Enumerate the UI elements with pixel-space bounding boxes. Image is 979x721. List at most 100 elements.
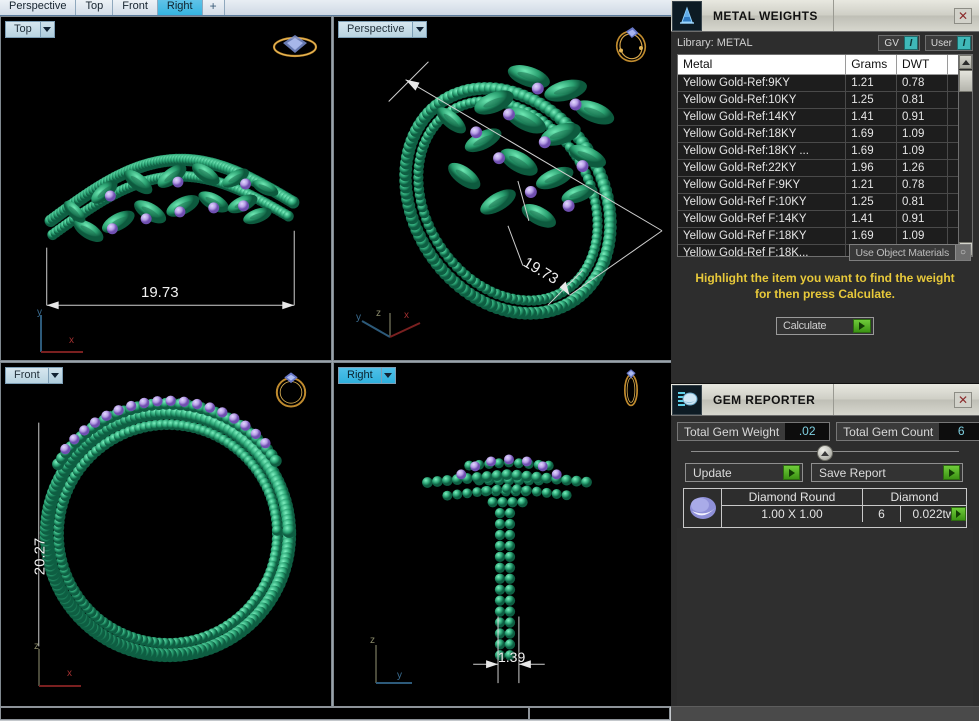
dimension-label-width: 19.73	[141, 284, 179, 301]
tab-top[interactable]: Top	[76, 0, 113, 15]
cell-metal-grams: 1.25	[846, 193, 897, 210]
table-row[interactable]: Yellow Gold-Ref F:10KY1.250.81	[678, 193, 972, 210]
column-header-metal[interactable]: Metal	[678, 55, 846, 74]
scrollbar-thumb[interactable]	[959, 70, 973, 92]
chevron-down-icon[interactable]	[40, 22, 54, 37]
table-row[interactable]: Yellow Gold-Ref:9KY1.210.78	[678, 74, 972, 91]
hint-line-2: for then press Calculate.	[683, 286, 967, 302]
axis-label-z: z	[34, 641, 39, 652]
library-row: Library: METAL GV I User I	[671, 32, 979, 54]
panel-collapse-divider	[691, 445, 959, 459]
use-object-materials-button[interactable]: Use Object Materials ○	[849, 244, 971, 261]
cell-metal-grams: 1.21	[846, 176, 897, 193]
add-tab-button[interactable]: +	[203, 0, 225, 15]
cell-metal-dwt: 0.81	[896, 91, 947, 108]
calculate-button[interactable]: Calculate	[776, 317, 874, 335]
gem-cell-count: 6	[863, 506, 901, 522]
column-header-dwt[interactable]: DWT	[896, 55, 947, 74]
calculate-button-label: Calculate	[777, 320, 826, 332]
chevron-down-icon[interactable]	[48, 368, 62, 383]
update-button[interactable]: Update	[685, 463, 803, 482]
toggle-user[interactable]: User I	[925, 35, 973, 51]
table-row[interactable]: Yellow Gold-Ref:14KY1.410.91	[678, 108, 972, 125]
viewport-perspective[interactable]: 19.73 y z x Perspective	[333, 16, 672, 361]
gem-table-row[interactable]: 1.00 X 1.00 6 0.022tw	[722, 506, 966, 522]
gem-row-go-icon[interactable]	[951, 507, 966, 521]
table-row[interactable]: Yellow Gold-Ref:18KY ...1.691.09	[678, 142, 972, 159]
metal-weights-header: METAL WEIGHTS ✕	[671, 0, 979, 32]
toggle-gv-state[interactable]: I	[904, 36, 918, 50]
play-arrow-icon[interactable]	[783, 465, 800, 480]
chevron-down-icon[interactable]	[412, 22, 426, 37]
column-header-grams[interactable]: Grams	[846, 55, 897, 74]
cad-application-window: Perspective Top Front Right +	[0, 0, 979, 721]
viewport-label-right[interactable]: Right	[338, 367, 396, 384]
scroll-up-icon[interactable]	[959, 55, 972, 69]
tab-front[interactable]: Front	[113, 0, 158, 15]
collapse-handle-icon[interactable]	[817, 445, 833, 461]
tab-perspective[interactable]: Perspective	[0, 0, 76, 15]
cell-metal-dwt: 0.78	[896, 74, 947, 91]
viewport-label-perspective[interactable]: Perspective	[338, 21, 427, 38]
gem-cell-size: 1.00 X 1.00	[722, 506, 863, 522]
table-row[interactable]: Yellow Gold-Ref F:14KY1.410.91	[678, 210, 972, 227]
update-button-label: Update	[686, 466, 739, 480]
cell-metal-dwt: 1.09	[896, 125, 947, 142]
dimension-overlay-top	[1, 17, 331, 360]
metal-weights-table-container[interactable]: Metal Grams DWT Yellow Gold-Ref:9KY1.210…	[677, 54, 973, 257]
gem-reporter-header: GEM REPORTER ✕	[671, 384, 979, 416]
viewport-label-top[interactable]: Top	[5, 21, 55, 38]
tab-right[interactable]: Right	[158, 0, 203, 15]
close-icon[interactable]: ✕	[954, 8, 972, 24]
cell-metal-name: Yellow Gold-Ref:9KY	[678, 74, 846, 91]
total-gem-count-value: 6	[939, 423, 979, 440]
total-gem-weight-field[interactable]: Total Gem Weight .02	[677, 422, 830, 441]
cell-metal-dwt: 0.81	[896, 193, 947, 210]
metal-table-scrollbar[interactable]	[958, 55, 972, 256]
cell-metal-dwt: 1.26	[896, 159, 947, 176]
radio-icon[interactable]: ○	[955, 245, 970, 260]
hint-line-1: Highlight the item you want to find the …	[683, 270, 967, 286]
table-row[interactable]: Yellow Gold-Ref F:18KY1.691.09	[678, 227, 972, 244]
viewport-status-bar	[0, 706, 671, 721]
axis-label-z: z	[376, 308, 381, 319]
cell-metal-name: Yellow Gold-Ref F:10KY	[678, 193, 846, 210]
header-divider	[833, 0, 834, 31]
gem-reporter-body: Total Gem Weight .02 Total Gem Count 6 U…	[671, 416, 979, 708]
cell-metal-name: Yellow Gold-Ref:14KY	[678, 108, 846, 125]
table-row[interactable]: Yellow Gold-Ref:22KY1.961.26	[678, 159, 972, 176]
viewport-front[interactable]: 20.27 z x Front	[0, 362, 332, 707]
axis-label-z: z	[370, 635, 375, 646]
metal-weights-hint: Highlight the item you want to find the …	[671, 270, 979, 302]
gem-table[interactable]: Diamond Round Diamond 1.00 X 1.00 6 0.02…	[683, 488, 967, 528]
gem-totals-row: Total Gem Weight .02 Total Gem Count 6	[677, 422, 973, 441]
cell-metal-name: Yellow Gold-Ref F:18KY	[678, 227, 846, 244]
header-divider	[833, 384, 834, 415]
total-gem-count-field[interactable]: Total Gem Count 6	[836, 422, 979, 441]
total-gem-weight-value: .02	[785, 423, 829, 440]
gem-header-cut: Diamond Round	[722, 489, 863, 505]
toggle-gv[interactable]: GV I	[878, 35, 919, 51]
viewport-label-right-text: Right	[339, 368, 381, 383]
metal-weights-body: Library: METAL GV I User I Metal Grams	[671, 32, 979, 384]
cell-metal-dwt: 1.09	[896, 142, 947, 159]
chevron-down-icon[interactable]	[381, 368, 395, 383]
play-arrow-icon[interactable]	[853, 319, 871, 333]
close-icon[interactable]: ✕	[954, 392, 972, 408]
viewport-right[interactable]: 1.39 z y Right	[333, 362, 672, 707]
table-row[interactable]: Yellow Gold-Ref:10KY1.250.81	[678, 91, 972, 108]
cell-metal-dwt: 1.09	[896, 227, 947, 244]
gem-reporter-icon	[672, 385, 702, 415]
viewport-top[interactable]: 19.73 y x Top	[0, 16, 332, 361]
save-report-button[interactable]: Save Report	[811, 463, 963, 482]
viewport-tab-strip: Perspective Top Front Right +	[0, 0, 671, 16]
table-row[interactable]: Yellow Gold-Ref:18KY1.691.09	[678, 125, 972, 142]
viewport-label-front[interactable]: Front	[5, 367, 63, 384]
toggle-user-state[interactable]: I	[957, 36, 971, 50]
dimension-label-thickness: 1.39	[498, 649, 525, 665]
axis-label-x: x	[69, 335, 74, 346]
status-segment-left	[0, 707, 529, 720]
play-arrow-icon[interactable]	[943, 465, 960, 480]
gem-table-header-row: Diamond Round Diamond	[722, 489, 966, 506]
table-row[interactable]: Yellow Gold-Ref F:9KY1.210.78	[678, 176, 972, 193]
